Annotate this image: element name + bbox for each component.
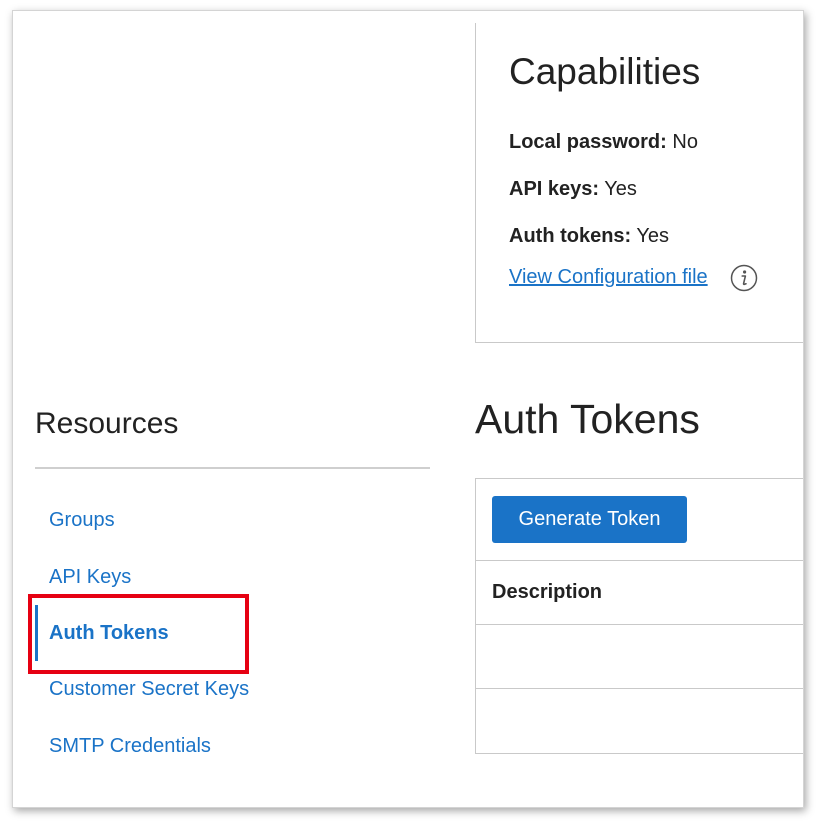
table-divider bbox=[476, 624, 803, 625]
resource-item-api-keys[interactable]: API Keys bbox=[49, 566, 131, 589]
capability-label: API keys: bbox=[509, 178, 600, 200]
capability-value: Yes bbox=[604, 178, 637, 200]
resource-item-customer-secret-keys[interactable]: Customer Secret Keys bbox=[49, 678, 249, 701]
auth-tokens-title: Auth Tokens bbox=[475, 396, 700, 442]
view-configuration-file-link[interactable]: View Configuration file bbox=[509, 266, 708, 289]
resources-divider bbox=[35, 467, 430, 469]
generate-token-button[interactable]: Generate Token bbox=[492, 496, 687, 543]
screenshot-frame: Capabilities Local password: No API keys… bbox=[12, 10, 804, 808]
capability-value: No bbox=[672, 131, 698, 153]
resource-item-groups[interactable]: Groups bbox=[49, 509, 115, 532]
annotation-highlight-box bbox=[28, 594, 249, 674]
capability-value: Yes bbox=[636, 225, 670, 247]
capabilities-panel: Capabilities Local password: No API keys… bbox=[475, 23, 803, 343]
resource-item-smtp-credentials[interactable]: SMTP Credentials bbox=[49, 735, 211, 758]
table-divider bbox=[476, 688, 803, 689]
auth-tokens-table: Generate Token Description bbox=[475, 478, 803, 754]
capability-local-password: Local password: No bbox=[509, 131, 698, 154]
info-icon[interactable] bbox=[730, 264, 758, 292]
column-header-description[interactable]: Description bbox=[492, 581, 602, 604]
resources-title: Resources bbox=[35, 407, 179, 440]
capability-api-keys: API keys: Yes bbox=[509, 178, 637, 201]
capability-auth-tokens: Auth tokens: Yes bbox=[509, 225, 669, 248]
capabilities-title: Capabilities bbox=[509, 51, 701, 92]
capability-label: Local password: bbox=[509, 131, 667, 153]
table-divider bbox=[476, 560, 803, 561]
capability-label: Auth tokens: bbox=[509, 225, 632, 247]
